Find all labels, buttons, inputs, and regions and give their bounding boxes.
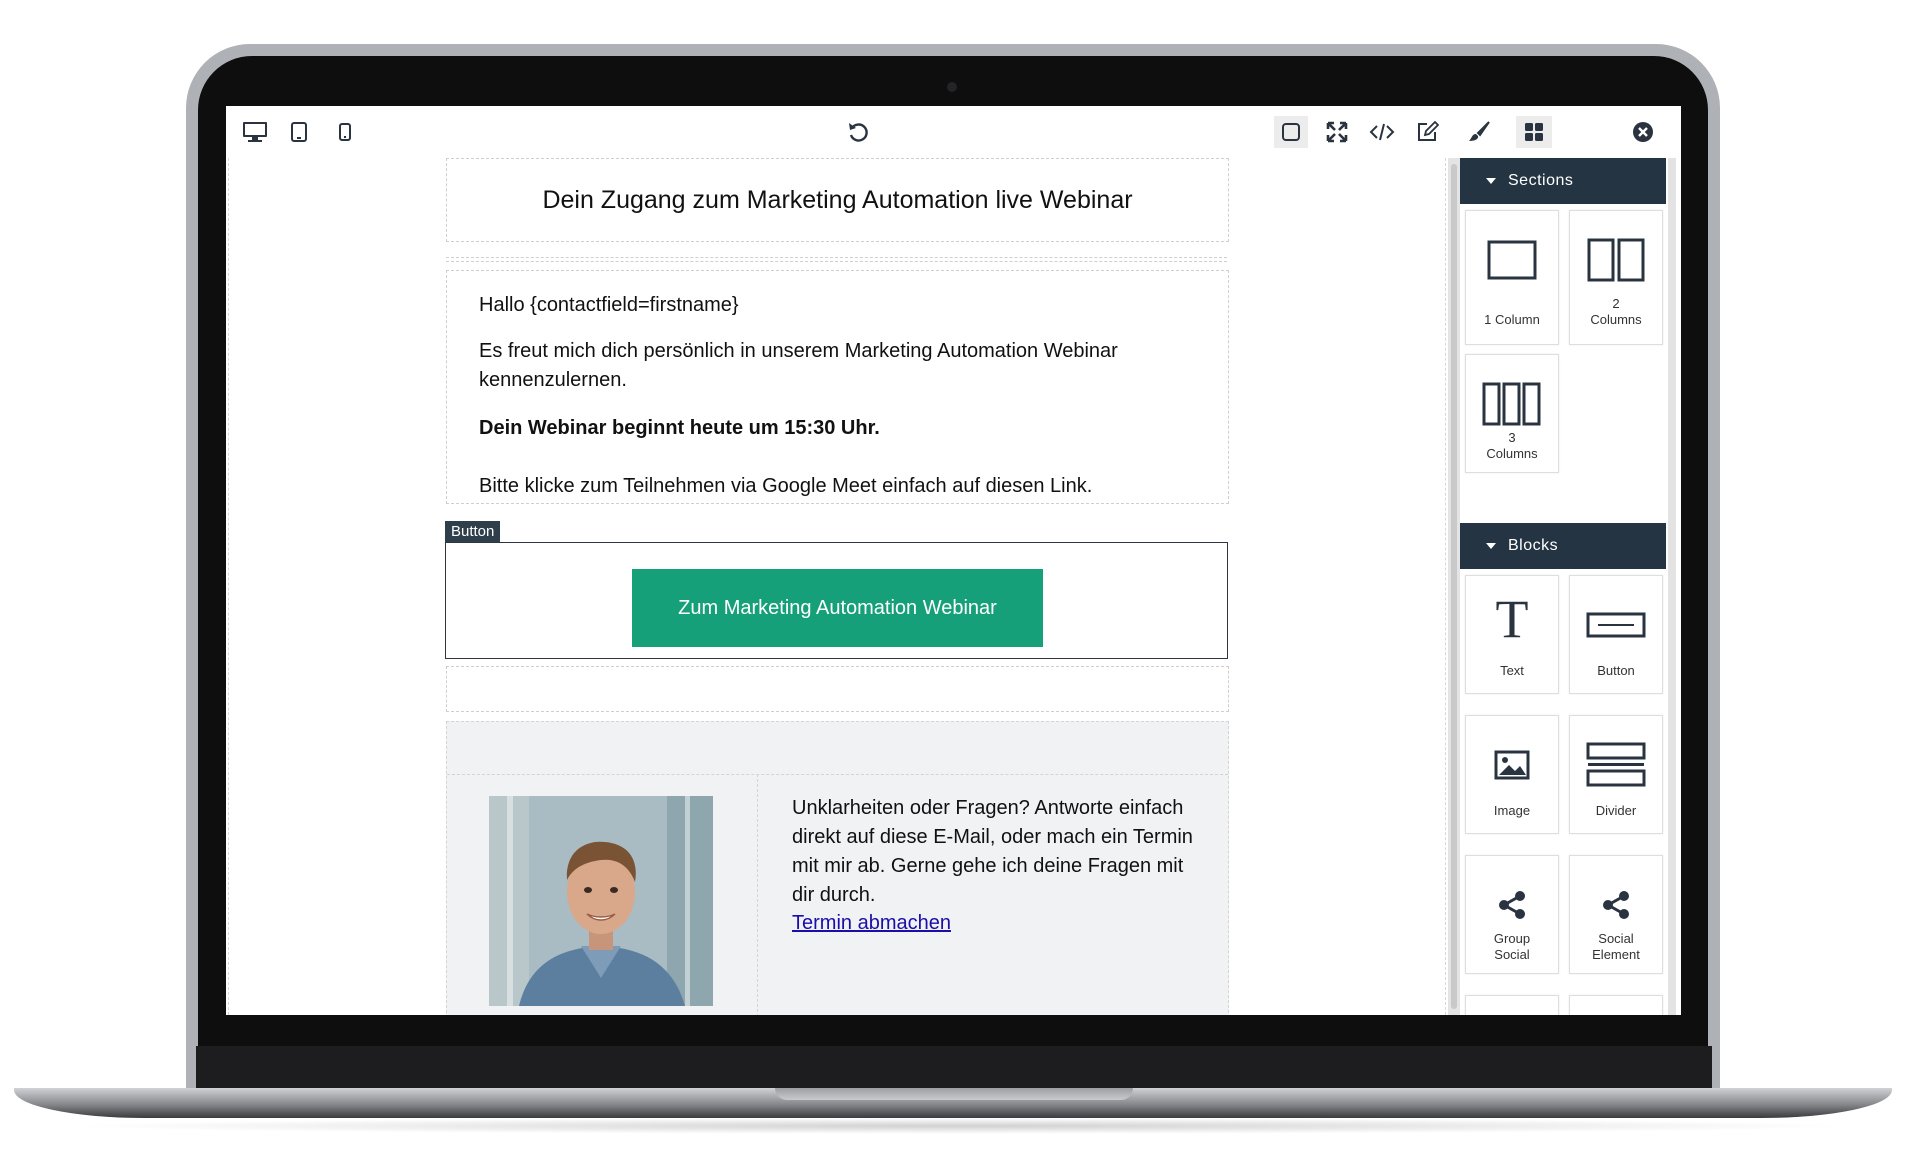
footer-section[interactable]: Unklarheiten oder Fragen? Antworte einfa…: [446, 721, 1229, 1015]
block-tile-divider[interactable]: Divider: [1569, 715, 1663, 834]
canvas-scrollbar-thumb[interactable]: [1451, 164, 1457, 1009]
section-separator: [446, 257, 1227, 262]
code-icon[interactable]: [1365, 116, 1399, 148]
sections-title: Sections: [1508, 172, 1574, 189]
two-columns-icon: [1570, 229, 1662, 291]
panel-scrollbar[interactable]: [1668, 158, 1676, 1015]
cta-button[interactable]: Zum Marketing Automation Webinar: [632, 569, 1043, 647]
tile-label: 1 Column: [1484, 312, 1540, 327]
editor-toolbar: [226, 106, 1681, 158]
tile-label: Group Social: [1493, 931, 1531, 962]
laptop-chin: [196, 1046, 1712, 1094]
section-tile-3-columns[interactable]: 3 Columns: [1465, 354, 1559, 473]
appointment-link[interactable]: Termin abmachen: [792, 912, 951, 935]
spacer-section[interactable]: [446, 666, 1229, 712]
block-tile-partial[interactable]: [1569, 995, 1663, 1015]
share-icon: [1570, 874, 1662, 936]
desktop-icon[interactable]: [238, 116, 272, 148]
tile-label: Text: [1500, 663, 1524, 678]
undo-icon[interactable]: [841, 116, 875, 148]
block-tile-text[interactable]: T Text: [1465, 575, 1559, 694]
paint-brush-icon[interactable]: [1462, 116, 1496, 148]
blocks-panel: Sections 1 Column 2 Columns 3 Columns Bl…: [1460, 158, 1681, 1015]
one-column-icon: [1466, 229, 1558, 291]
block-tile-image[interactable]: Image: [1465, 715, 1559, 834]
caret-down-icon: [1486, 543, 1496, 549]
tablet-icon[interactable]: [282, 116, 316, 148]
tile-label: Image: [1493, 803, 1531, 818]
blocks-header[interactable]: Blocks: [1460, 523, 1666, 569]
canvas-guide-left: [228, 158, 229, 1015]
select-frame-icon[interactable]: [1274, 116, 1308, 148]
block-tile-social-element[interactable]: Social Element: [1569, 855, 1663, 974]
email-body: Dein Zugang zum Marketing Automation liv…: [445, 158, 1231, 1015]
share-icon: [1466, 874, 1558, 936]
three-columns-icon: [1466, 373, 1558, 435]
blocks-grid-icon[interactable]: [1516, 116, 1552, 148]
blocks-title: Blocks: [1508, 537, 1559, 554]
footer-photo-column[interactable]: [447, 774, 758, 1015]
selected-block-tag: Button: [445, 521, 501, 542]
tile-label: Button: [1597, 663, 1635, 678]
text-icon: T: [1495, 589, 1529, 649]
caret-down-icon: [1486, 178, 1496, 184]
sections-header[interactable]: Sections: [1460, 158, 1666, 204]
button-section-selected[interactable]: Zum Marketing Automation Webinar: [445, 542, 1228, 659]
canvas-guide-right: [1445, 158, 1446, 1015]
email-title: Dein Zugang zum Marketing Automation liv…: [542, 185, 1133, 214]
divider-icon: [1570, 734, 1662, 796]
text-section[interactable]: Hallo {contactfield=firstname} Es freut …: [446, 270, 1229, 504]
laptop-notch: [775, 1088, 1133, 1100]
block-tile-group-social[interactable]: Group Social: [1465, 855, 1559, 974]
mobile-icon[interactable]: [328, 116, 362, 148]
profile-photo[interactable]: [489, 796, 713, 1006]
footer-text: Unklarheiten oder Fragen? Antworte einfa…: [792, 797, 1193, 906]
block-tile-button[interactable]: Button: [1569, 575, 1663, 694]
title-section[interactable]: Dein Zugang zum Marketing Automation liv…: [446, 158, 1229, 242]
screen: Dein Zugang zum Marketing Automation liv…: [226, 106, 1681, 1015]
intro-text: Es freut mich dich persönlich in unserem…: [479, 340, 1118, 391]
button-icon: [1570, 594, 1662, 656]
laptop-shadow: [60, 1118, 1860, 1134]
section-tile-1-column[interactable]: 1 Column: [1465, 210, 1559, 345]
section-tile-2-columns[interactable]: 2 Columns: [1569, 210, 1663, 345]
tile-label: Divider: [1595, 803, 1637, 818]
image-icon: [1466, 734, 1558, 796]
block-tile-partial[interactable]: [1465, 995, 1559, 1015]
fullscreen-icon[interactable]: [1320, 116, 1354, 148]
tile-label: Social Element: [1592, 931, 1640, 962]
close-icon[interactable]: [1626, 116, 1660, 148]
tile-label: 2 Columns: [1590, 296, 1642, 327]
start-time-text: Dein Webinar beginnt heute um 15:30 Uhr.: [479, 417, 880, 439]
edit-icon[interactable]: [1410, 116, 1444, 148]
tile-label: 3 Columns: [1486, 430, 1538, 461]
camera: [947, 82, 957, 92]
instruction-text: Bitte klicke zum Teilnehmen via Google M…: [479, 475, 1093, 497]
email-canvas: Dein Zugang zum Marketing Automation liv…: [226, 158, 1448, 1015]
greeting-text: Hallo {contactfield=firstname}: [479, 294, 739, 316]
